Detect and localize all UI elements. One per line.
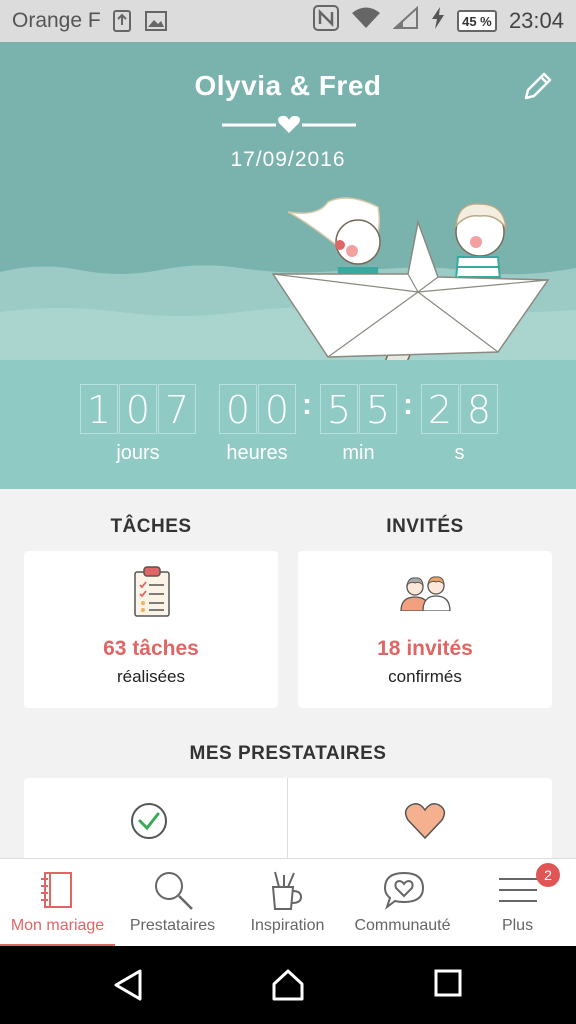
battery-indicator: 45 %	[456, 10, 497, 32]
carrier-label: Orange F	[12, 9, 101, 32]
search-icon	[155, 872, 193, 910]
guests-icon	[400, 576, 451, 611]
tasks-status: réalisées	[116, 667, 186, 686]
minutes-label: min	[342, 442, 375, 464]
countdown-digit: 1	[80, 384, 118, 434]
guests-status: confirmés	[388, 667, 462, 686]
wifi-icon	[351, 6, 381, 36]
home-icon[interactable]	[271, 968, 305, 1002]
countdown-digit: 2	[421, 384, 459, 434]
countdown-separator: :	[302, 388, 312, 421]
countdown-digit: 7	[158, 384, 196, 434]
nav-plus[interactable]: 2 Plus	[460, 859, 575, 947]
heart-divider	[222, 115, 356, 133]
back-icon[interactable]	[112, 968, 144, 1002]
menu-icon	[499, 878, 537, 902]
countdown-digit: 0	[258, 384, 296, 434]
tasks-title: TÂCHES	[110, 516, 192, 537]
guests-title: INVITÉS	[386, 516, 464, 537]
countdown-digit: 5	[320, 384, 358, 434]
pencil-cup-icon	[271, 871, 303, 910]
nav-label: Prestataires	[129, 917, 216, 934]
couple-boat-illustration	[271, 197, 550, 360]
signal-icon	[392, 5, 419, 36]
nav-mon-mariage[interactable]: Mon mariage	[0, 859, 115, 947]
seconds-label: s	[454, 442, 465, 464]
heart-icon	[404, 803, 446, 840]
charging-icon	[431, 7, 445, 35]
hours-label: heures	[226, 442, 288, 464]
nav-communaute[interactable]: Communauté	[345, 859, 460, 947]
tasks-count: 63 tâches	[103, 637, 199, 660]
edit-button[interactable]	[522, 70, 554, 102]
nfc-icon	[312, 5, 339, 37]
recents-icon[interactable]	[433, 968, 463, 998]
clipboard-icon	[134, 566, 170, 617]
check-circle-icon	[131, 803, 167, 839]
days-label: jours	[116, 442, 160, 464]
guests-count: 18 invités	[377, 637, 473, 660]
countdown: 1 0 7 0 0 : 5 5 : 2 8 jours heures min s	[0, 360, 576, 489]
countdown-digit: 0	[119, 384, 157, 434]
tasks-card[interactable]: 63 tâches réalisées	[24, 551, 278, 708]
nav-label: Communauté	[354, 917, 451, 934]
clock: 23:04	[508, 8, 564, 33]
system-nav-bar	[0, 946, 576, 1024]
countdown-digit: 8	[460, 384, 498, 434]
upload-icon	[112, 10, 131, 32]
nav-label: Inspiration	[250, 917, 325, 934]
couple-names: Olyvia & Fred	[194, 70, 382, 101]
notebook-icon	[41, 872, 72, 908]
pencil-icon	[524, 72, 552, 100]
nav-inspiration[interactable]: Inspiration	[230, 859, 345, 947]
countdown-digit: 0	[219, 384, 257, 434]
countdown-digit: 5	[359, 384, 397, 434]
wedding-header: Olyvia & Fred 17/09/2016	[0, 42, 576, 360]
bottom-nav: Mon mariage Prestataires Inspiration Com…	[0, 858, 576, 947]
vendors-title: MES PRESTATAIRES	[189, 743, 387, 764]
nav-prestataires[interactable]: Prestataires	[115, 859, 230, 947]
image-icon	[144, 11, 167, 31]
guests-card[interactable]: 18 invités confirmés	[298, 551, 552, 708]
nav-label: Plus	[501, 917, 534, 934]
nav-label: Mon mariage	[10, 917, 105, 934]
notification-badge: 2	[536, 863, 560, 887]
vendors-card[interactable]	[24, 778, 552, 868]
vendors-divider	[287, 778, 288, 868]
chat-heart-icon	[383, 871, 425, 910]
status-bar: Orange F 45 % 23:04	[0, 0, 576, 42]
countdown-separator: :	[403, 388, 413, 421]
